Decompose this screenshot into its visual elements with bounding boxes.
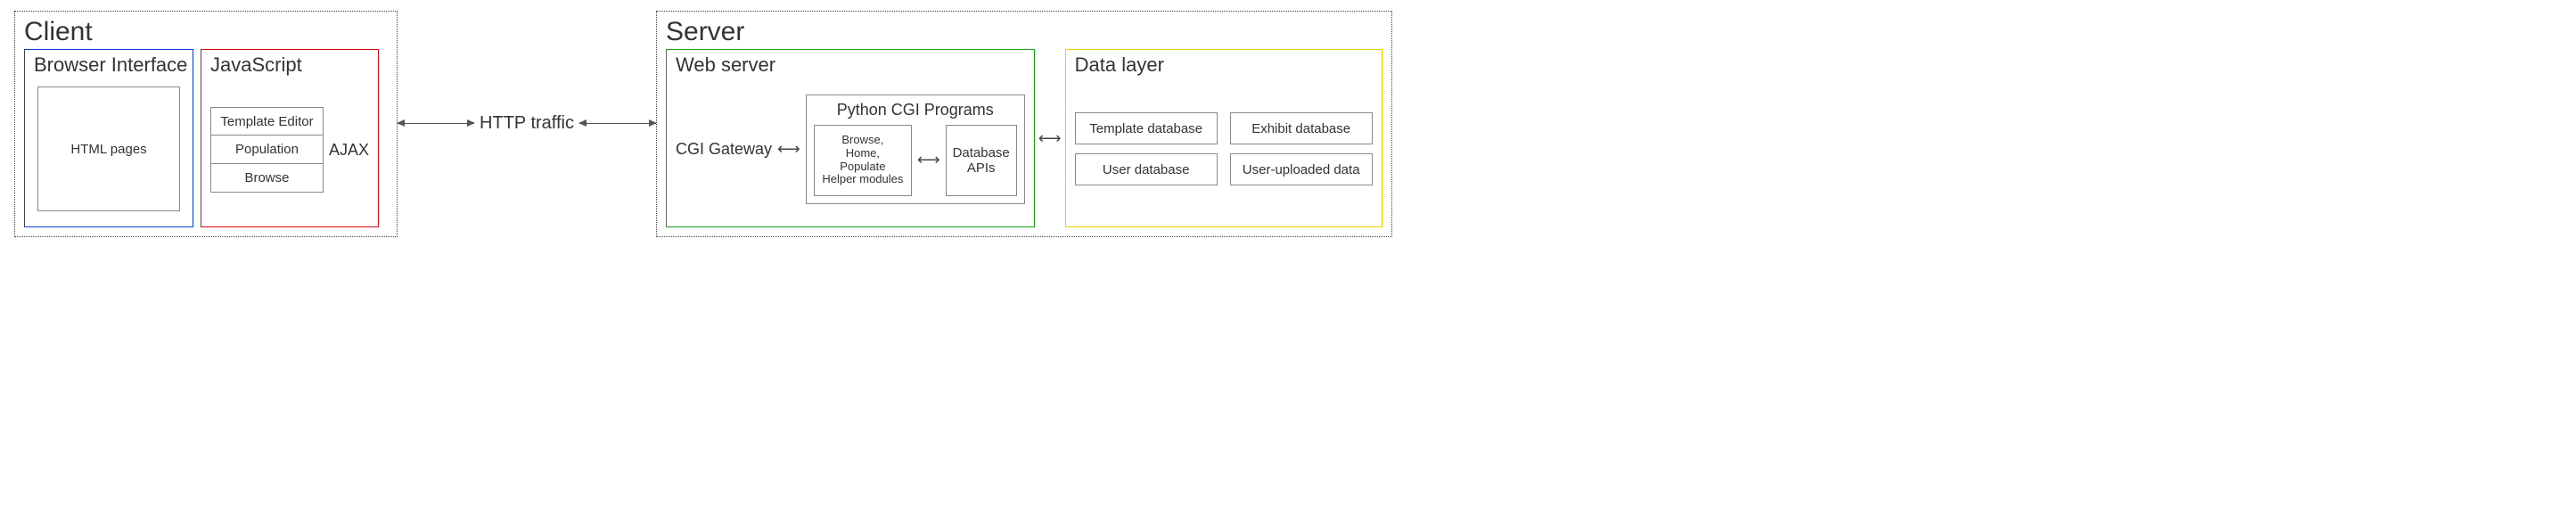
ajax-label: AJAX (329, 141, 369, 160)
javascript-panel: JavaScript Template Editor Population Br… (201, 49, 379, 227)
double-arrow-icon (579, 123, 656, 124)
database-apis-box: Database APIs (946, 125, 1017, 196)
browser-interface-title: Browser Interface (34, 53, 184, 77)
double-arrow-icon: ⟷ (912, 151, 946, 169)
cgi-gateway-label: CGI Gateway (676, 140, 772, 159)
architecture-diagram: Client Browser Interface HTML pages Java… (14, 11, 2562, 237)
web-server-title: Web server (676, 53, 1025, 77)
client-server-connector: HTTP traffic (398, 11, 656, 235)
js-item: Template Editor (210, 107, 324, 136)
browser-interface-panel: Browser Interface HTML pages (24, 49, 193, 227)
data-item: User-uploaded data (1230, 153, 1373, 185)
data-item: Template database (1075, 112, 1218, 144)
web-server-panel: Web server CGI Gateway ⟷ Python CGI Prog… (666, 49, 1035, 227)
double-arrow-icon: ⟷ (772, 140, 806, 159)
data-item: User database (1075, 153, 1218, 185)
cgi-programs-group: Python CGI Programs Browse, Home, Popula… (806, 95, 1025, 204)
double-arrow-icon: ⟷ (1033, 129, 1067, 148)
data-layer-panel: Data layer Template database Exhibit dat… (1065, 49, 1382, 227)
double-arrow-icon (398, 123, 474, 124)
client-title: Client (24, 17, 388, 47)
web-data-connector: ⟷ (1035, 49, 1065, 227)
js-item: Population (210, 136, 324, 164)
data-layer-title: Data layer (1075, 53, 1373, 77)
cgi-modules-box: Browse, Home, Populate Helper modules (814, 125, 912, 196)
js-item: Browse (210, 164, 324, 193)
server-title: Server (666, 17, 1382, 47)
html-pages-box: HTML pages (37, 86, 180, 211)
server-group: Server Web server CGI Gateway ⟷ Python C… (656, 11, 1392, 237)
data-layer-grid: Template database Exhibit database User … (1075, 112, 1373, 185)
js-items: Template Editor Population Browse (210, 107, 324, 193)
http-traffic-label: HTTP traffic (474, 113, 579, 134)
client-group: Client Browser Interface HTML pages Java… (14, 11, 398, 237)
javascript-title: JavaScript (210, 53, 369, 77)
cgi-programs-title: Python CGI Programs (814, 101, 1017, 119)
data-item: Exhibit database (1230, 112, 1373, 144)
